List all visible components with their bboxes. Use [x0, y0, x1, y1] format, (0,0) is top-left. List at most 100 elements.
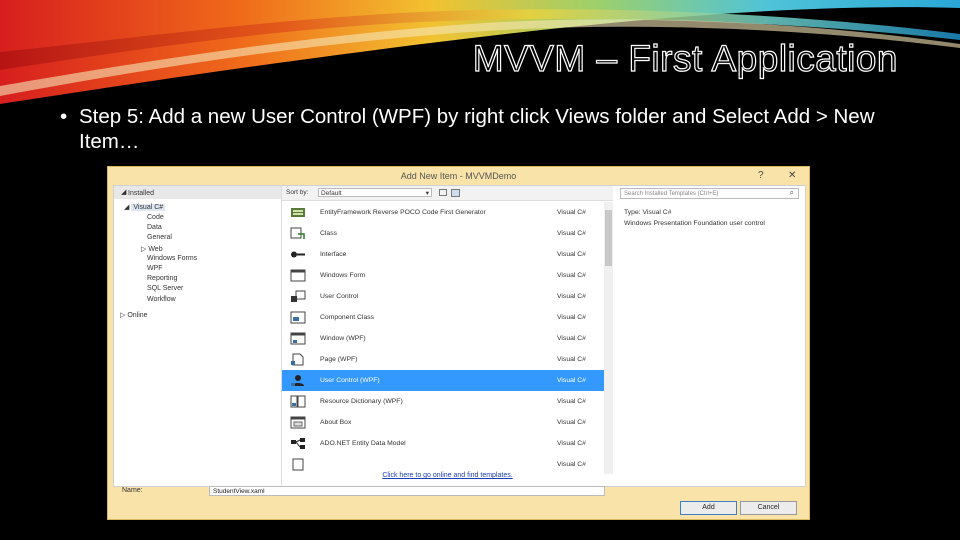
item-name: Window (WPF) — [320, 335, 366, 342]
tree-item-label: Windows Forms — [147, 254, 198, 262]
tree-item-general[interactable]: General — [147, 234, 172, 241]
list-item[interactable]: Interface Visual C# — [282, 244, 604, 265]
item-language: Visual C# — [557, 251, 586, 258]
list-view-icon[interactable] — [451, 189, 460, 197]
help-button[interactable]: ? — [758, 170, 764, 181]
tree-item-label: General — [147, 234, 172, 242]
item-language: Visual C# — [557, 356, 586, 363]
online-templates-link[interactable]: Click here to go online and find templat… — [282, 472, 613, 479]
item-language: Visual C# — [557, 272, 586, 279]
item-name: Resource Dictionary (WPF) — [320, 398, 403, 405]
item-language: Visual C# — [557, 377, 586, 384]
window-wpf-icon — [290, 332, 306, 345]
medium-icons-view-icon[interactable] — [439, 189, 447, 196]
tree-item-workflow[interactable]: Workflow — [147, 296, 176, 303]
close-button[interactable]: ✕ — [788, 170, 796, 181]
item-name: Class — [320, 230, 337, 237]
item-name: Windows Form — [320, 272, 366, 279]
search-templates-input[interactable]: Search Installed Templates (Ctrl+E) ⌕ — [620, 188, 799, 199]
about-box-icon — [290, 416, 306, 429]
tree-item-online[interactable]: ▷ Online — [120, 311, 148, 319]
item-name: EntityFramework Reverse POCO Code First … — [320, 209, 486, 216]
interface-icon — [290, 248, 306, 261]
add-button[interactable]: Add — [680, 501, 737, 515]
item-language: Visual C# — [557, 461, 586, 468]
name-label: Name: — [122, 487, 143, 494]
list-item[interactable]: Class Visual C# — [282, 223, 604, 244]
item-name: ADO.NET Entity Data Model — [320, 440, 406, 447]
tree-item-label: Web — [148, 245, 163, 253]
tree-item-label: WPF — [147, 265, 163, 272]
item-name: User Control — [320, 293, 359, 300]
item-language: Visual C# — [557, 230, 586, 237]
list-scrollbar[interactable] — [604, 202, 613, 474]
tree-item-sql-server[interactable]: SQL Server — [147, 285, 183, 292]
scrollbar-thumb[interactable] — [605, 210, 612, 266]
dialog-content: ◢ Installed ◢ Visual C# Code Data General ▷ … — [113, 185, 806, 487]
slide: MVVM – First Application • Step 5: Add a… — [0, 0, 960, 540]
tree-item-label: Visual C# — [131, 204, 166, 211]
ef-generator-icon — [290, 206, 306, 219]
name-field[interactable]: StudentView.xaml — [209, 486, 605, 496]
slide-title: MVVM – First Application — [472, 37, 898, 79]
template-categories-pane: ◢ Installed ◢ Visual C# Code Data General ▷ … — [114, 186, 282, 486]
search-icon: ⌕ — [789, 188, 794, 197]
item-name: User Control (WPF) — [320, 377, 380, 384]
user-control-icon — [290, 290, 306, 303]
tree-item-visual-csharp[interactable]: ◢ Visual C# — [124, 203, 166, 211]
bullet-glyph: • — [60, 105, 68, 128]
tree-item-label: Data — [147, 224, 162, 232]
list-toolbar: Sort by: Default ▾ — [282, 186, 613, 201]
tree-item-reporting[interactable]: Reporting — [147, 275, 177, 282]
template-description: Windows Presentation Foundation user con… — [624, 220, 765, 227]
template-list: EntityFramework Reverse POCO Code First … — [282, 202, 604, 474]
sort-label: Sort by: — [286, 189, 309, 196]
list-item[interactable]: About Box Visual C# — [282, 412, 604, 433]
tree-item-web[interactable]: ▷ Web — [141, 245, 163, 253]
sort-dropdown[interactable]: Default ▾ — [318, 188, 432, 197]
item-name: Page (WPF) — [320, 356, 358, 363]
add-new-item-dialog: Add New Item - MVVMDemo ? ✕ ◢ Installed … — [107, 166, 810, 520]
list-item[interactable]: Page (WPF) Visual C# — [282, 349, 604, 370]
tree-item-label: Code — [147, 214, 164, 221]
installed-label: ◢ Installed — [121, 189, 155, 197]
user-control-wpf-icon — [290, 374, 306, 387]
tree-item-windows-forms[interactable]: Windows Forms — [147, 255, 197, 262]
list-item[interactable]: Component Class Visual C# — [282, 307, 604, 328]
item-language: Visual C# — [557, 314, 586, 321]
item-language: Visual C# — [557, 335, 586, 342]
chevron-down-icon: ▾ — [425, 190, 429, 197]
search-placeholder: Search Installed Templates (Ctrl+E) — [624, 191, 719, 197]
item-language: Visual C# — [557, 209, 586, 216]
list-item[interactable]: User Control Visual C# — [282, 286, 604, 307]
tree-item-code[interactable]: Code — [147, 214, 164, 221]
list-item[interactable]: Resource Dictionary (WPF) Visual C# — [282, 391, 604, 412]
tree-item-data[interactable]: Data — [147, 224, 162, 231]
generic-item-icon — [290, 458, 306, 471]
tree-item-label: Online — [127, 312, 148, 319]
tree-item-wpf[interactable]: WPF — [147, 265, 163, 272]
bullet-text: Step 5: Add a new User Control (WPF) by … — [79, 105, 875, 153]
tree-item-label: Reporting — [147, 275, 178, 283]
details-pane: Search Installed Templates (Ctrl+E) ⌕ Ty… — [614, 186, 805, 486]
resource-dictionary-icon — [290, 395, 306, 408]
list-item[interactable]: User Control (WPF) Visual C# — [282, 370, 604, 391]
dialog-title: Add New Item - MVVMDemo — [400, 171, 517, 181]
template-type: Type: Visual C# — [624, 209, 672, 216]
template-list-pane: Sort by: Default ▾ EntityFramework Rever… — [282, 186, 613, 486]
sort-value: Default — [321, 190, 342, 197]
page-wpf-icon — [290, 353, 306, 366]
item-name: Interface — [320, 251, 347, 258]
list-item[interactable]: Windows Form Visual C# — [282, 265, 604, 286]
component-class-icon — [290, 311, 306, 324]
list-item[interactable]: ADO.NET Entity Data Model Visual C# — [282, 433, 604, 454]
installed-header[interactable]: ◢ Installed — [114, 186, 281, 199]
item-language: Visual C# — [557, 293, 586, 300]
list-item[interactable]: Visual C# — [282, 454, 604, 474]
list-item[interactable]: Window (WPF) Visual C# — [282, 328, 604, 349]
item-name: Component Class — [320, 314, 375, 321]
item-language: Visual C# — [557, 419, 586, 426]
tree-item-label: Workflow — [147, 295, 176, 303]
cancel-button[interactable]: Cancel — [740, 501, 797, 515]
list-item[interactable]: EntityFramework Reverse POCO Code First … — [282, 202, 604, 223]
